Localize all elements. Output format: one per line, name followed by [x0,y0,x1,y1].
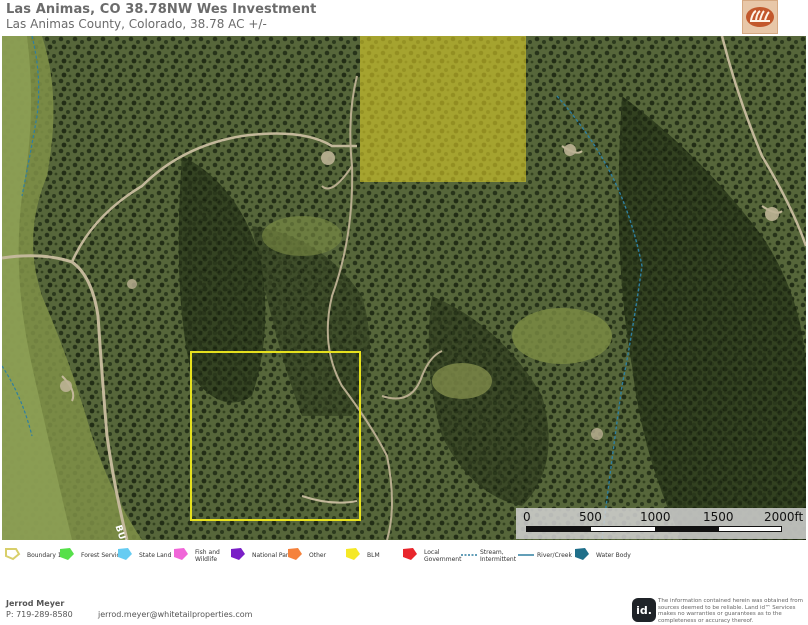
local-government-swatch-icon [403,548,417,560]
legend-item-blm: BLM [344,546,380,562]
aerial-map[interactable]: BUR 0 500 1000 1500 2000ft [2,36,806,540]
water-body-swatch-icon [575,548,589,560]
antler-logo-icon [746,7,774,27]
blm-swatch-icon [346,548,360,560]
legend-item-forest-service: Forest Servic [58,546,120,562]
page-title: Las Animas, CO 38.78NW Wes Investment [6,2,317,17]
legend-item-boundary: Boundary 1 [4,546,62,562]
scale-label-1500: 1500 [703,510,734,524]
agent-name: Jerrod Meyer [6,599,65,608]
scale-label-2000ft: 2000ft [764,510,804,524]
boundary-swatch-icon [5,548,21,561]
legend-item-water-body: Water Body [573,546,631,562]
state-land-swatch-icon [118,548,132,560]
legend-item-stream-intermittent: Stream, Intermittent [460,546,516,563]
scale-label-500: 500 [579,510,602,524]
scale-label-1000: 1000 [640,510,671,524]
legend-item-local-government: Local Government [401,546,461,563]
stream-intermittent-swatch-icon [461,554,477,556]
legend-item-national-park: National Parl [229,546,290,562]
disclaimer-text: The information contained herein was obt… [658,598,803,624]
legend-item-river-creek: River/Creek [517,546,572,562]
scale-bar: 0 500 1000 1500 2000ft [516,508,806,539]
river-creek-swatch-icon [518,554,534,556]
scale-segment [655,527,719,531]
agent-phone: P: 719-289-8580 [6,610,73,619]
land-id-logo: id. [632,598,656,622]
whitetail-logo [742,0,778,34]
scale-label-0: 0 [523,510,531,524]
map-legend: Boundary 1 Forest Servic State Land Fish… [0,543,808,569]
legend-item-other: Other [286,546,326,562]
agent-email: jerrod.meyer@whitetailproperties.com [98,610,253,619]
national-park-swatch-icon [231,548,245,560]
map-header: Las Animas, CO 38.78NW Wes Investment La… [0,0,808,36]
blm-parcel-overlay [360,36,526,182]
forest-service-swatch-icon [60,548,74,560]
scale-track [526,526,782,532]
page-subtitle: Las Animas County, Colorado, 38.78 AC +/… [6,17,267,31]
legend-item-fish-wildlife: Fish and Wildlife [172,546,220,563]
fish-wildlife-swatch-icon [174,548,188,560]
property-boundary[interactable] [190,351,361,521]
other-swatch-icon [288,548,302,560]
scale-segment [527,527,591,531]
legend-item-state-land: State Land [116,546,171,562]
